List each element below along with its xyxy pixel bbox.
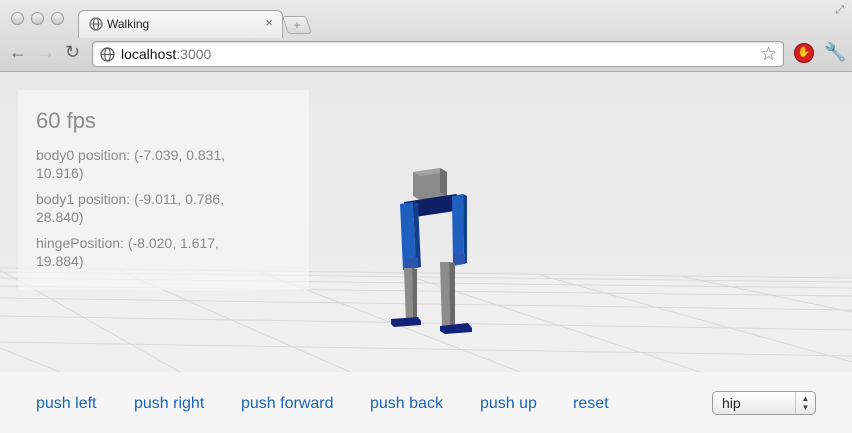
push-up-button[interactable]: push up xyxy=(480,395,537,413)
stats-panel: 60 fps body0 position: (-7.039, 0.831, 1… xyxy=(18,90,309,290)
tab-close-icon[interactable]: × xyxy=(265,15,273,30)
address-bar[interactable]: localhost:3000 ☆ xyxy=(92,41,784,67)
window-close-button[interactable] xyxy=(11,12,24,25)
url-port: :3000 xyxy=(176,46,212,62)
joint-select[interactable]: hip ▲ ▼ xyxy=(712,391,816,415)
plus-icon: + xyxy=(293,18,301,32)
hinge-position: hingePosition: (-8.020, 1.617, 19.884) xyxy=(36,235,219,269)
select-arrows-icon: ▲ ▼ xyxy=(795,392,815,414)
fps-counter: 60 fps xyxy=(36,108,96,133)
fullscreen-icon[interactable]: ⤢ xyxy=(835,4,844,17)
new-tab-button[interactable]: + xyxy=(282,16,312,34)
url-host: localhost xyxy=(121,46,177,62)
url-text[interactable]: localhost:3000 xyxy=(121,46,211,62)
push-left-button[interactable]: push left xyxy=(36,395,96,413)
back-arrow-icon[interactable]: ← xyxy=(9,42,27,63)
body1-position: body1 position: (-9.011, 0.786, 28.840) xyxy=(36,191,225,225)
stop-extension-icon[interactable]: ✋ xyxy=(794,43,814,63)
control-bar: push left push right push forward push b… xyxy=(0,372,852,433)
push-back-button[interactable]: push back xyxy=(370,395,443,413)
left-knee xyxy=(405,258,418,268)
bookmark-star-icon[interactable]: ☆ xyxy=(760,43,777,66)
render-viewport[interactable]: 60 fps body0 position: (-7.039, 0.831, 1… xyxy=(0,72,852,372)
window-zoom-button[interactable] xyxy=(51,12,64,25)
browser-chrome: Walking × + ⤢ ← → ↻ localhost:3000 ☆ ✋ 🔧 xyxy=(0,0,852,72)
push-right-button[interactable]: push right xyxy=(134,395,204,413)
window-minimize-button[interactable] xyxy=(31,12,44,25)
browser-tab[interactable]: Walking × xyxy=(78,10,283,38)
wrench-icon[interactable]: 🔧 xyxy=(824,42,846,63)
globe-icon xyxy=(89,17,103,31)
body0-position: body0 position: (-7.039, 0.831, 10.916) xyxy=(36,147,226,181)
forward-arrow-icon[interactable]: → xyxy=(37,42,55,63)
reload-icon[interactable]: ↻ xyxy=(65,42,80,63)
reset-button[interactable]: reset xyxy=(573,395,609,413)
right-knee xyxy=(453,254,465,264)
push-forward-button[interactable]: push forward xyxy=(241,395,334,413)
joint-select-value: hip xyxy=(722,395,741,411)
tab-title: Walking xyxy=(107,17,150,31)
globe-icon xyxy=(100,47,115,62)
